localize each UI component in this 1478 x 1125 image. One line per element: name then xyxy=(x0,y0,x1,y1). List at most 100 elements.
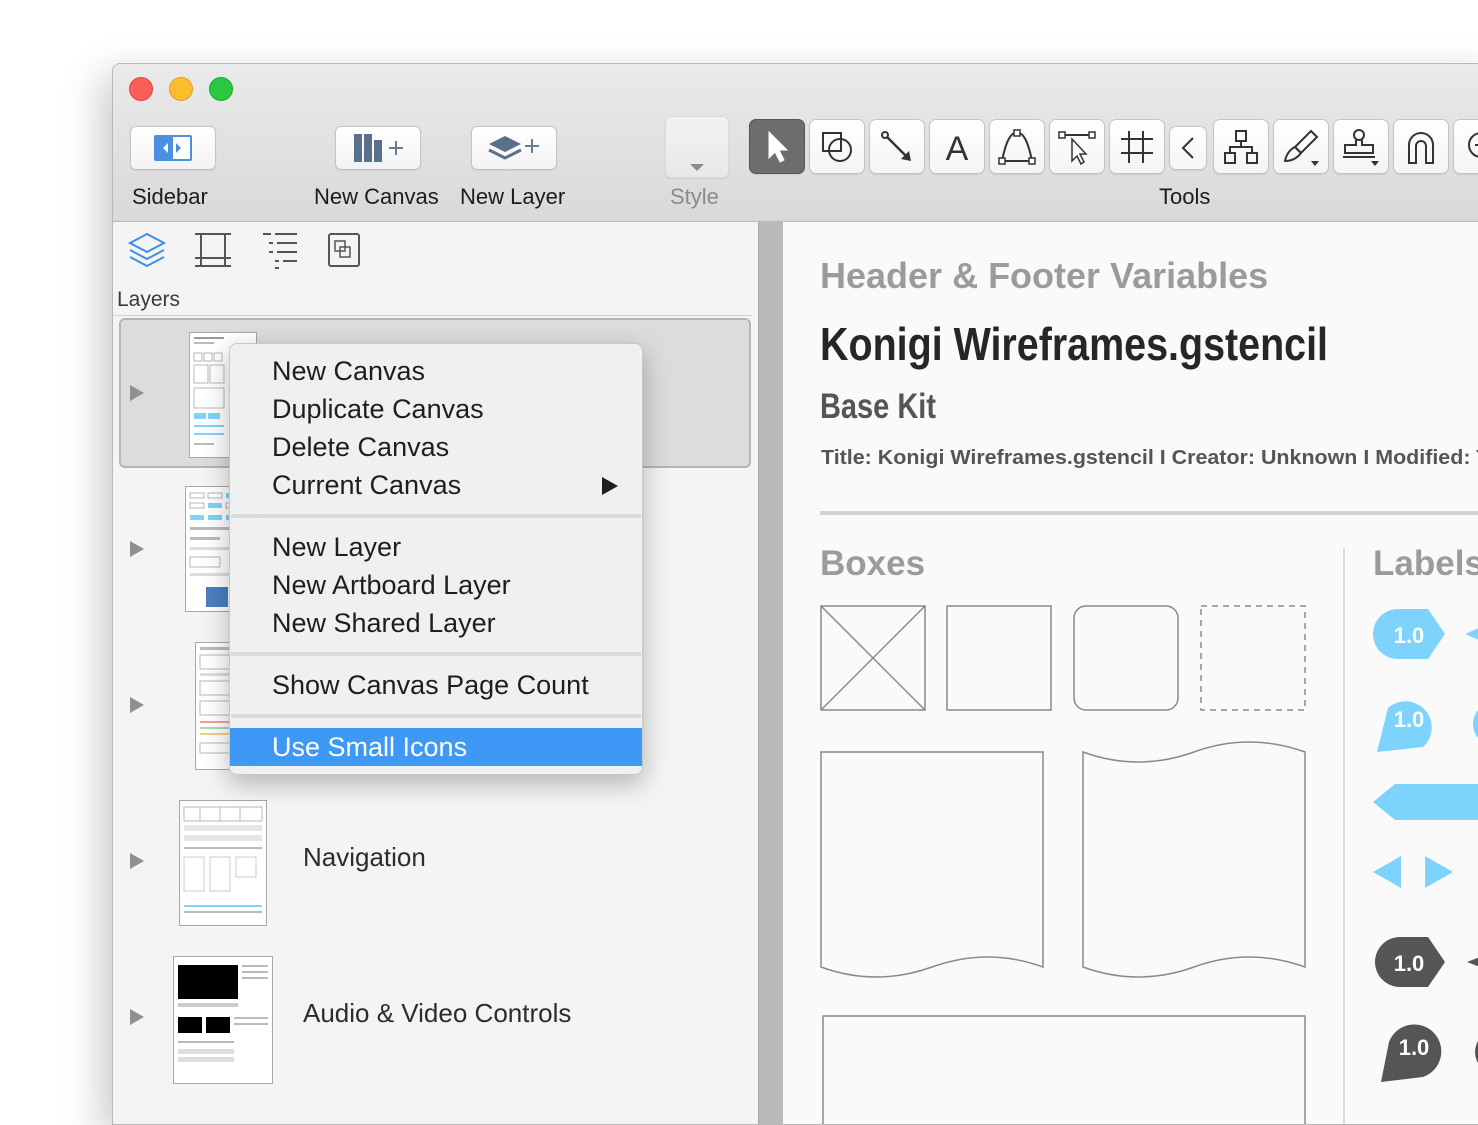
label-arrow-dark-partial xyxy=(1467,957,1478,967)
label-right-arrow[interactable] xyxy=(1425,856,1453,888)
close-button[interactable] xyxy=(129,77,153,101)
label-badge-arrow[interactable]: 1.0 xyxy=(1373,609,1445,659)
new-canvas-button[interactable] xyxy=(335,126,421,170)
minimize-button[interactable] xyxy=(169,77,193,101)
zoom-button[interactable] xyxy=(209,77,233,101)
zoom-icon xyxy=(1468,131,1478,158)
shape-tool[interactable] xyxy=(809,119,865,174)
stamp-tool[interactable] xyxy=(1333,119,1389,174)
disclosure-triangle-icon[interactable] xyxy=(130,541,144,557)
canvas-tab-icon xyxy=(195,233,231,267)
selection-tool[interactable] xyxy=(749,119,805,174)
menu-item-delete-canvas[interactable]: Delete Canvas xyxy=(230,428,642,466)
label-left-arrow[interactable] xyxy=(1373,856,1401,888)
pen-tool[interactable] xyxy=(989,119,1045,174)
menu-separator xyxy=(231,714,641,718)
label-badge-drop[interactable]: 1.0 xyxy=(1377,701,1432,752)
label-badge-arrow-dark[interactable]: 1.0 xyxy=(1375,937,1445,987)
disclosure-triangle-icon[interactable] xyxy=(130,853,144,869)
sidebar-section-title: Layers xyxy=(117,288,181,311)
line-icon xyxy=(881,130,911,161)
context-menu: New Canvas Duplicate Canvas Delete Canva… xyxy=(229,343,643,775)
canvas-thumbnail xyxy=(173,956,273,1084)
pen-icon xyxy=(998,128,1036,165)
menu-item-new-layer[interactable]: New Layer xyxy=(230,528,642,566)
canvas-thumbnail xyxy=(179,800,267,926)
new-layer-button[interactable] xyxy=(471,126,557,170)
outline-tab[interactable] xyxy=(259,230,299,270)
menu-item-use-small-icons[interactable]: Use Small Icons xyxy=(230,728,642,766)
zoom-tool[interactable] xyxy=(1453,119,1478,174)
menu-item-label: Delete Canvas xyxy=(272,432,450,462)
line-tool[interactable] xyxy=(869,119,925,174)
style-button[interactable] xyxy=(665,116,729,178)
menu-item-label: New Canvas xyxy=(272,356,426,386)
content-tab[interactable] xyxy=(325,230,365,270)
arrow-cursor-icon xyxy=(768,130,789,163)
document-box[interactable] xyxy=(820,751,1044,978)
menu-item-duplicate-canvas[interactable]: Duplicate Canvas xyxy=(230,390,642,428)
layers-tab-icon xyxy=(127,232,167,268)
label-badge-drop-dark[interactable]: 1.0 xyxy=(1381,1024,1442,1082)
style-brush-tool[interactable] xyxy=(1273,119,1329,174)
svg-text:1.0: 1.0 xyxy=(1394,707,1425,732)
menu-item-label: Current Canvas xyxy=(272,470,462,500)
canvas-row-title: Navigation xyxy=(303,842,426,872)
sidebar-toggle-button[interactable] xyxy=(130,126,216,170)
svg-text:1.0: 1.0 xyxy=(1399,1035,1430,1060)
canvas-row[interactable]: Navigation xyxy=(113,786,758,941)
wide-box[interactable] xyxy=(822,1015,1306,1125)
text-tool[interactable]: A xyxy=(929,119,985,174)
style-label: Style xyxy=(670,184,719,209)
toolbar: Sidebar New Canvas New Layer Style A Too… xyxy=(113,64,1478,222)
canvas-view[interactable]: Header & Footer Variables Konigi Wirefra… xyxy=(783,222,1478,1125)
canvas-row[interactable]: Audio & Video Controls xyxy=(113,942,758,1097)
collapse-tools-button[interactable] xyxy=(1169,126,1207,170)
thumbnail-preview xyxy=(183,806,263,913)
outline-tab-icon xyxy=(263,233,297,269)
disclosure-triangle-icon[interactable] xyxy=(130,385,144,401)
header-divider xyxy=(820,511,1478,515)
stamp-icon xyxy=(1343,128,1379,166)
menu-item-show-canvas-page-count[interactable]: Show Canvas Page Count xyxy=(230,666,642,704)
placeholder-box[interactable] xyxy=(820,605,926,711)
table-tool[interactable] xyxy=(1109,119,1165,174)
menu-item-label: Show Canvas Page Count xyxy=(272,670,589,700)
flag-box[interactable] xyxy=(1082,741,1306,978)
point-editor-icon xyxy=(1058,130,1096,165)
menu-separator xyxy=(231,652,641,656)
square-box[interactable] xyxy=(946,605,1052,711)
canvas-row-title: Audio & Video Controls xyxy=(303,998,572,1028)
menu-item-label: Use Small Icons xyxy=(272,732,468,762)
magnet-icon xyxy=(1408,131,1434,164)
menu-item-new-canvas[interactable]: New Canvas xyxy=(230,352,642,390)
labels-title: Labels xyxy=(1373,544,1478,583)
layers-tab[interactable] xyxy=(127,230,167,270)
menu-item-new-artboard-layer[interactable]: New Artboard Layer xyxy=(230,566,642,604)
disclosure-triangle-icon[interactable] xyxy=(130,697,144,713)
thumbnail-preview xyxy=(178,965,268,1062)
menu-item-current-canvas[interactable]: Current Canvas xyxy=(230,466,642,504)
menu-separator xyxy=(231,514,641,518)
doc-title: Konigi Wireframes.gstencil xyxy=(820,318,1328,370)
disclosure-triangle-icon[interactable] xyxy=(130,1009,144,1025)
header-title: Header & Footer Variables xyxy=(820,255,1268,296)
submenu-arrow-icon xyxy=(602,477,618,495)
split-view-divider[interactable] xyxy=(758,222,784,1124)
magnet-tool[interactable] xyxy=(1393,119,1449,174)
svg-text:1.0: 1.0 xyxy=(1394,951,1425,976)
chevron-left-icon xyxy=(1181,137,1194,159)
rounded-box[interactable] xyxy=(1073,605,1179,711)
canvas-tab[interactable] xyxy=(193,230,233,270)
menu-item-new-shared-layer[interactable]: New Shared Layer xyxy=(230,604,642,642)
text-icon: A xyxy=(946,130,969,165)
diagram-tool[interactable] xyxy=(1213,119,1269,174)
dashed-box[interactable] xyxy=(1200,605,1306,711)
diagram-icon xyxy=(1224,129,1258,164)
svg-text:1.0: 1.0 xyxy=(1394,623,1425,648)
menu-item-label: New Artboard Layer xyxy=(272,570,511,600)
boxes-title: Boxes xyxy=(820,544,925,583)
label-circle-partial xyxy=(1473,710,1478,738)
label-banner[interactable] xyxy=(1373,784,1478,820)
point-editor-tool[interactable] xyxy=(1049,119,1105,174)
